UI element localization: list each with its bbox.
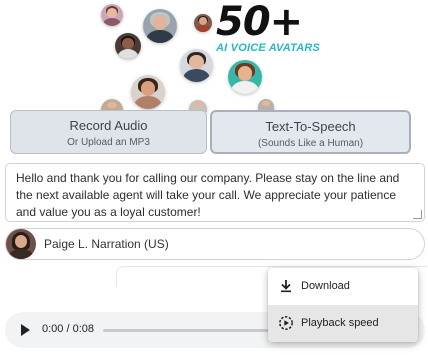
avatar bbox=[228, 60, 262, 94]
avatar-count: 50+ bbox=[216, 0, 303, 45]
record-audio-title: Record Audio bbox=[69, 118, 148, 133]
menu-item-playback-speed[interactable]: Playback speed bbox=[268, 305, 418, 342]
resize-handle-icon[interactable] bbox=[413, 210, 422, 219]
text-to-speech-button[interactable]: Text-To-Speech (Sounds Like a Human) bbox=[210, 110, 411, 154]
progress-slider[interactable] bbox=[103, 329, 273, 332]
download-icon bbox=[281, 280, 291, 293]
avatar bbox=[194, 14, 212, 32]
avatar bbox=[131, 75, 165, 109]
menu-item-label: Download bbox=[301, 280, 350, 292]
text-to-speech-subtitle: (Sounds Like a Human) bbox=[257, 138, 364, 149]
voice-name: Paige L. Narration (US) bbox=[44, 237, 169, 251]
time-display: 0:00 / 0:08 bbox=[42, 323, 94, 335]
menu-item-download[interactable]: Download bbox=[268, 268, 418, 305]
voice-select[interactable]: Paige L. Narration (US) bbox=[5, 228, 425, 260]
text-to-speech-title: Text-To-Speech bbox=[265, 119, 356, 134]
script-text: Hello and thank you for calling our comp… bbox=[16, 171, 400, 219]
menu-item-label: Playback speed bbox=[301, 317, 379, 329]
player-options-menu: Download Playback speed bbox=[268, 268, 418, 342]
record-audio-button[interactable]: Record Audio Or Upload an MP3 bbox=[10, 110, 207, 154]
play-icon[interactable] bbox=[21, 324, 30, 336]
script-textarea[interactable]: Hello and thank you for calling our comp… bbox=[5, 163, 425, 222]
playback-speed-icon bbox=[279, 316, 293, 330]
avatar bbox=[101, 4, 123, 26]
record-audio-subtitle: Or Upload an MP3 bbox=[67, 137, 150, 148]
avatar-count-subtitle: AI VOICE AVATARS bbox=[216, 42, 321, 54]
avatar bbox=[115, 33, 141, 59]
avatar bbox=[180, 49, 213, 82]
avatar bbox=[143, 9, 177, 43]
person-avatar-icon bbox=[6, 229, 36, 259]
voice-avatars-hero: 50+ AI VOICE AVATARS bbox=[0, 0, 428, 113]
